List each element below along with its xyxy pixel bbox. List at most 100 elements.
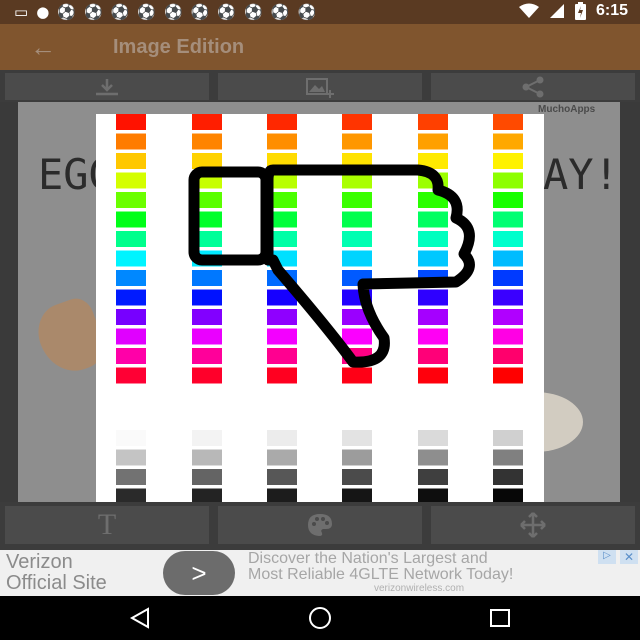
thumbs-down-icon [188,164,475,368]
gray-swatch[interactable] [192,449,222,466]
soccer-ball-icon: ⚽ [83,3,103,21]
color-swatch[interactable] [116,211,146,228]
soccer-ball-icon: ⚽ [217,3,237,21]
share-icon [522,76,544,97]
text-icon: T [97,508,117,541]
color-swatch[interactable] [116,172,146,189]
move-button[interactable] [431,506,635,544]
notification-icons: ▭ ● ⚽ ⚽ ⚽ ⚽ ⚽ ⚽ ⚽ ⚽ ⚽ ⚽ [14,3,316,21]
battery-charging-icon [574,2,586,20]
color-swatch[interactable] [116,328,146,345]
color-swatch[interactable] [116,367,146,384]
gray-swatch[interactable] [192,469,222,485]
gray-swatch[interactable] [342,449,372,466]
gray-swatch[interactable] [267,430,297,446]
color-swatch[interactable] [116,250,146,267]
color-swatch[interactable] [192,133,222,150]
poster-text-right: AY! [543,150,619,199]
ad-brand-line2: Official Site [6,572,107,594]
color-swatch[interactable] [418,114,448,130]
palette-button[interactable] [218,506,422,544]
gray-swatch[interactable] [418,430,448,446]
arrow-back-icon[interactable]: ← [30,33,58,61]
soccer-ball-icon: ⚽ [110,3,130,21]
color-swatch[interactable] [493,133,523,150]
gray-swatch[interactable] [418,469,448,485]
color-swatch[interactable] [192,114,222,130]
ad-close-icon[interactable]: ✕ [620,550,638,564]
color-swatch[interactable] [116,192,146,208]
color-swatch[interactable] [116,289,146,306]
top-toolbar [0,70,640,102]
add-photo-icon [306,77,334,98]
soccer-ball-icon: ⚽ [137,3,157,21]
color-swatch[interactable] [493,270,523,286]
gray-swatch[interactable] [493,449,523,466]
color-swatch[interactable] [493,211,523,228]
color-swatch[interactable] [493,348,523,364]
ad-text-line2: Most Reliable 4GLTE Network Today! [248,566,514,583]
color-swatch[interactable] [493,289,523,306]
color-swatch[interactable] [493,231,523,247]
gray-swatch[interactable] [116,449,146,466]
gray-swatch[interactable] [493,430,523,446]
download-button[interactable] [5,73,209,100]
gray-swatch[interactable] [116,430,146,446]
color-swatch[interactable] [267,133,297,150]
color-swatch[interactable] [116,231,146,247]
system-icons: 6:15 [518,2,628,20]
ad-brand-line1: Verizon [6,551,73,573]
color-swatch[interactable] [493,153,523,169]
color-swatch[interactable] [116,348,146,364]
color-swatch[interactable] [267,114,297,130]
gray-swatch[interactable] [267,449,297,466]
gray-swatch[interactable] [116,469,146,485]
app-bar: ← Image Edition [0,24,640,70]
back-nav-icon[interactable] [128,606,152,630]
gray-swatch[interactable] [192,430,222,446]
color-swatch[interactable] [116,114,146,130]
text-button[interactable]: T [5,506,209,544]
download-icon [96,78,118,95]
status-bar: ▭ ● ⚽ ⚽ ⚽ ⚽ ⚽ ⚽ ⚽ ⚽ ⚽ ⚽ 6:15 [0,0,640,24]
color-swatch[interactable] [116,270,146,286]
soccer-ball-icon: ⚽ [190,3,210,21]
color-swatch[interactable] [116,133,146,150]
cell-signal-icon [549,4,564,18]
color-swatch[interactable] [116,309,146,325]
move-icon [520,512,546,538]
ad-choices-icon[interactable]: ▷ [598,550,616,564]
color-swatch[interactable] [493,250,523,267]
gray-swatch[interactable] [493,469,523,485]
color-swatch[interactable] [493,192,523,208]
share-button[interactable] [431,73,635,100]
add-photo-button[interactable] [218,73,422,100]
color-swatch[interactable] [493,114,523,130]
color-swatch[interactable] [116,153,146,169]
gray-swatch[interactable] [418,449,448,466]
soccer-ball-icon: ⚽ [164,3,183,21]
palette-icon [308,514,332,536]
gray-swatch[interactable] [342,469,372,485]
recents-nav-icon[interactable] [488,606,512,630]
watermark: MuchoApps [538,104,596,115]
color-swatch[interactable] [493,367,523,384]
navigation-bar [0,596,640,640]
color-swatch[interactable] [418,133,448,150]
bottom-toolbar: T [0,502,640,550]
soccer-ball-icon: ⚽ [270,3,290,21]
soccer-ball-icon: ⚽ [297,3,317,21]
color-swatch[interactable] [493,172,523,189]
gray-swatch[interactable] [342,430,372,446]
ad-go-button[interactable]: > [163,551,235,595]
color-swatch[interactable] [342,133,372,150]
ad-banner[interactable]: Verizon Official Site > Discover the Nat… [0,550,640,596]
color-swatch[interactable] [342,114,372,130]
soccer-ball-icon: ⚽ [57,3,76,21]
color-swatch[interactable] [493,309,523,325]
ad-url: verizonwireless.com [374,583,465,594]
color-swatch[interactable] [493,328,523,345]
gray-swatch[interactable] [267,469,297,485]
home-nav-icon[interactable] [306,606,334,630]
page-title: Image Edition [113,36,245,58]
